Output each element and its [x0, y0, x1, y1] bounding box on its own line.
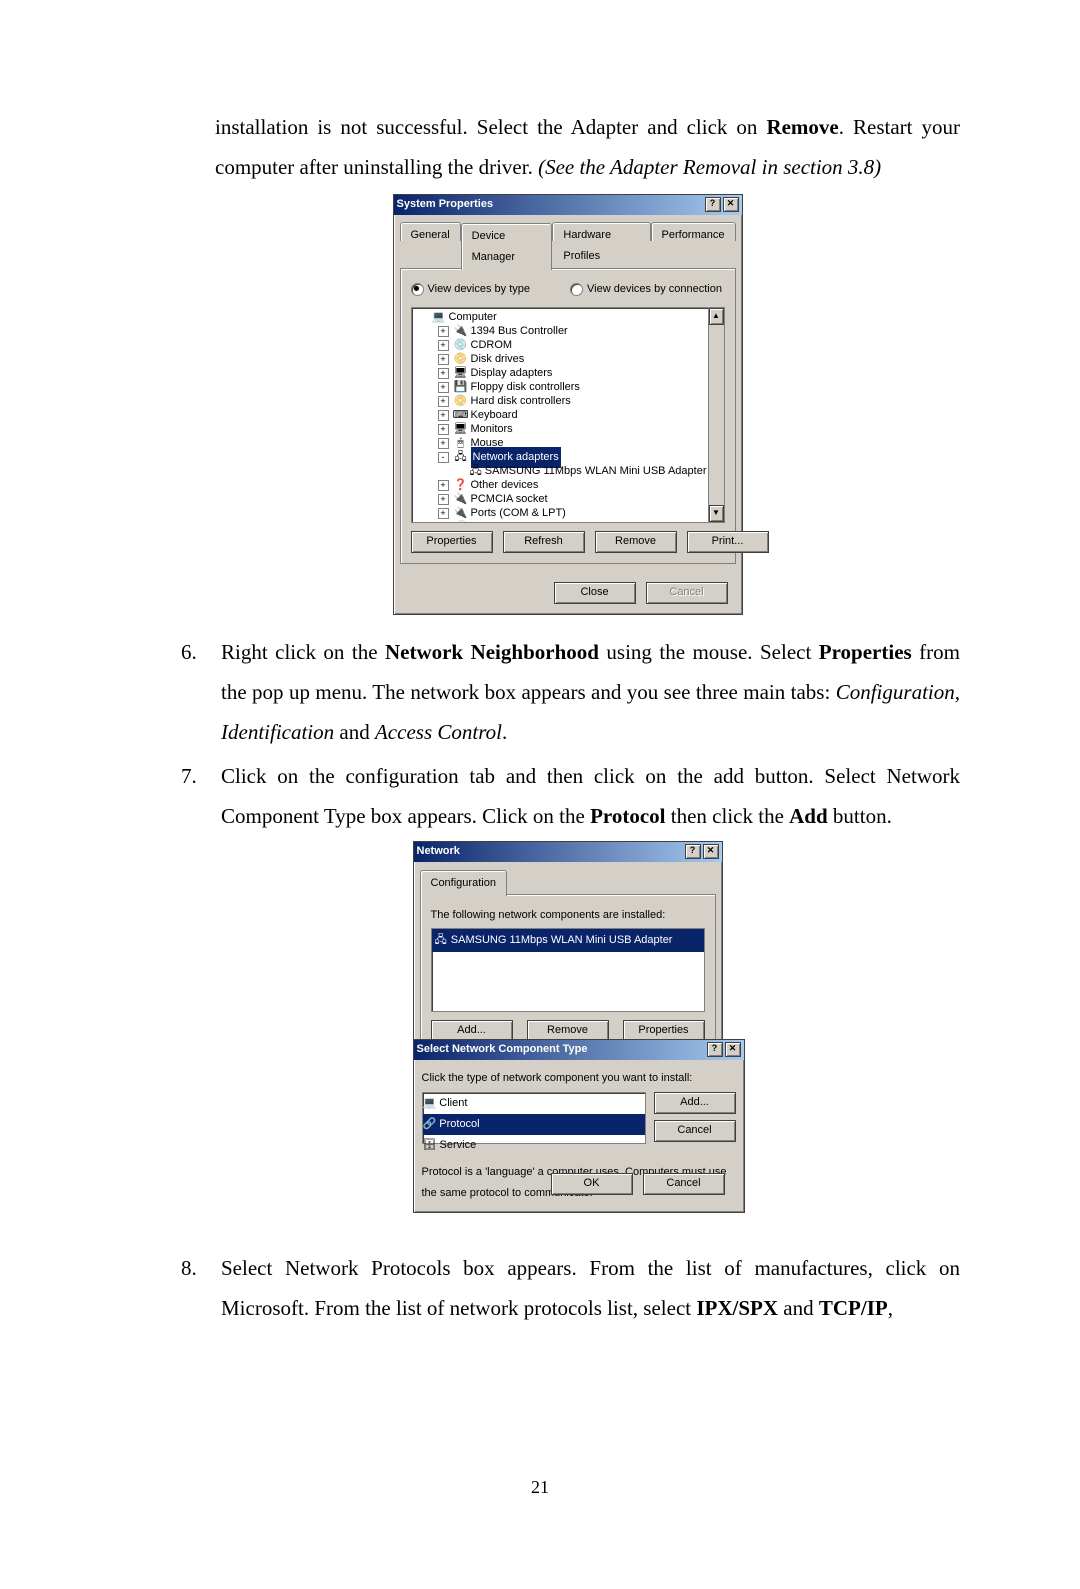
expand-icon[interactable]: + [438, 424, 449, 435]
adapter-icon: 🖧 [435, 930, 447, 951]
titlebar[interactable]: Network ? ✕ [414, 842, 722, 862]
protocol-icon: 🔗 [423, 1118, 437, 1130]
expand-icon[interactable]: + [438, 508, 449, 519]
expand-icon[interactable]: + [438, 354, 449, 365]
print-button[interactable]: Print... [687, 531, 769, 553]
device-manager-panel: View devices by type View devices by con… [400, 268, 736, 565]
tab-hardware-profiles[interactable]: Hardware Profiles [552, 222, 650, 241]
dialog-title: Select Network Component Type [417, 1039, 588, 1060]
tab-performance[interactable]: Performance [651, 222, 736, 241]
tree-node[interactable]: + 🔊Sound, video and game controllers [414, 520, 707, 523]
system-properties-dialog: System Properties ? ✕ General Device Man… [393, 194, 743, 616]
help-button[interactable]: ? [685, 844, 701, 859]
expand-icon[interactable]: + [438, 368, 449, 379]
component-type-list[interactable]: 💻 Client 🔗 Protocol 🗄 Service [422, 1092, 646, 1144]
expand-icon[interactable]: + [438, 340, 449, 351]
radio-view-by-connection[interactable]: View devices by connection [570, 279, 722, 300]
scroll-down-icon[interactable]: ▼ [709, 505, 724, 522]
titlebar[interactable]: System Properties ? ✕ [394, 195, 742, 215]
dialog-title: Network [417, 841, 460, 862]
close-button[interactable]: ✕ [723, 197, 739, 212]
close-dialog-button[interactable]: Close [554, 582, 636, 604]
expand-icon[interactable]: + [438, 382, 449, 393]
scroll-up-icon[interactable]: ▲ [709, 308, 724, 325]
device-icon: 🖧 [454, 451, 468, 463]
service-icon: 🗄 [423, 1139, 437, 1151]
radio-view-by-type[interactable]: View devices by type [411, 279, 531, 300]
intro-paragraph: installation is not successful. Select t… [215, 108, 960, 188]
radio-icon [570, 283, 583, 296]
list-item-client[interactable]: 💻 Client [423, 1093, 645, 1114]
expand-icon[interactable]: + [438, 494, 449, 505]
installed-label: The following network components are ins… [431, 905, 705, 926]
expand-icon[interactable]: + [438, 396, 449, 407]
list-item-protocol[interactable]: 🔗 Protocol [423, 1114, 645, 1135]
tree-node-label: Sound, video and game controllers [471, 517, 641, 523]
select-label: Click the type of network component you … [422, 1068, 736, 1089]
device-tree[interactable]: 💻Computer+🔌1394 Bus Controller+💿CDROM+📀D… [411, 307, 725, 523]
cancel-button[interactable]: Cancel [643, 1173, 725, 1195]
client-icon: 💻 [423, 1097, 437, 1109]
close-button[interactable]: ✕ [703, 844, 719, 859]
cancel-button[interactable]: Cancel [654, 1120, 736, 1142]
list-item-6: 6. Right click on the Network Neighborho… [175, 633, 960, 753]
radio-icon [411, 283, 424, 296]
tab-strip: General Device Manager Hardware Profiles… [394, 215, 742, 268]
list-item-8: 8. Select Network Protocols box appears.… [175, 1249, 960, 1329]
list-item-7: 7. Click on the configuration tab and th… [175, 757, 960, 837]
expand-icon[interactable]: - [438, 452, 449, 463]
expand-icon[interactable]: + [438, 438, 449, 449]
help-button[interactable]: ? [705, 197, 721, 212]
properties-button[interactable]: Properties [411, 531, 493, 553]
add-button[interactable]: Add... [654, 1092, 736, 1114]
titlebar[interactable]: Select Network Component Type ? ✕ [414, 1040, 744, 1060]
expand-icon[interactable]: + [438, 480, 449, 491]
close-button[interactable]: ✕ [725, 1042, 741, 1057]
tab-device-manager[interactable]: Device Manager [461, 223, 553, 270]
refresh-button[interactable]: Refresh [503, 531, 585, 553]
dialog-title: System Properties [397, 194, 494, 215]
ok-button[interactable]: OK [551, 1173, 633, 1195]
expand-icon[interactable]: + [438, 410, 449, 421]
device-icon: 🔊 [454, 521, 468, 523]
list-item[interactable]: 🖧 SAMSUNG 11Mbps WLAN Mini USB Adapter [432, 929, 704, 952]
expand-icon[interactable]: + [438, 522, 449, 524]
device-icon: 💻 [432, 311, 446, 323]
list-item-service[interactable]: 🗄 Service [423, 1135, 645, 1156]
tab-general[interactable]: General [400, 222, 461, 241]
expand-icon[interactable]: + [438, 326, 449, 337]
remove-button[interactable]: Remove [595, 531, 677, 553]
tab-configuration[interactable]: Configuration [420, 870, 507, 896]
help-button[interactable]: ? [707, 1042, 723, 1057]
installed-components-list[interactable]: 🖧 SAMSUNG 11Mbps WLAN Mini USB Adapter [431, 928, 705, 1012]
scrollbar[interactable]: ▲ ▼ [708, 308, 724, 522]
cancel-dialog-button: Cancel [646, 582, 728, 604]
page-number: 21 [0, 1470, 1080, 1504]
